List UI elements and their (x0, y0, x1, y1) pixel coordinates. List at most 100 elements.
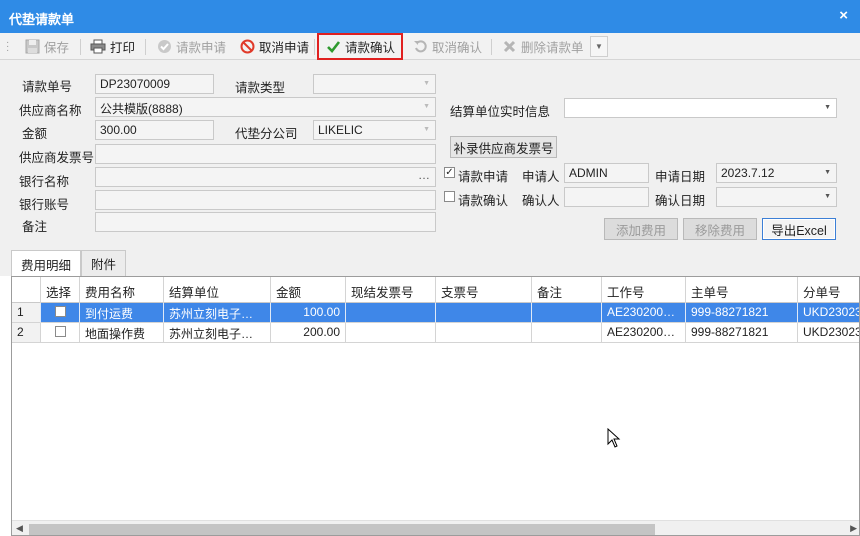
header-remark[interactable]: 备注 (532, 277, 602, 303)
supplier-invoice-field[interactable] (95, 144, 436, 164)
request-button[interactable]: 请款申请 (152, 35, 230, 58)
invoice-cell[interactable] (346, 323, 436, 343)
header-invoice-no[interactable]: 现结发票号 (346, 277, 436, 303)
cheque-cell[interactable] (436, 323, 532, 343)
form-panel: 请款单号 DP23070009 请款类型 ▼ 供应商名称 公共模版(8888) ▼… (0, 60, 860, 248)
header-job-no[interactable]: 工作号 (602, 277, 686, 303)
row-select-cell[interactable] (41, 303, 80, 323)
row-number: 1 (12, 303, 41, 323)
remove-fee-button[interactable]: 移除费用 (683, 218, 757, 240)
window-title: 代垫请款单 (9, 12, 75, 27)
scrollbar-thumb[interactable] (29, 524, 655, 535)
invoice-cell[interactable] (346, 303, 436, 323)
print-button[interactable]: 打印 (86, 35, 139, 58)
job-no-cell[interactable]: AE230200… (602, 323, 686, 343)
header-select[interactable]: 选择 (41, 277, 80, 303)
toolbar: · · · 保存 打印 请款申请 取消申请 请款确认 取消确认 删除请款单 ▼ (0, 33, 860, 60)
request-no-field[interactable]: DP23070009 (95, 74, 214, 94)
add-invoice-button[interactable]: 补录供应商发票号 (450, 136, 557, 158)
toolbar-separator (491, 39, 492, 55)
delete-button[interactable]: 删除请款单 (497, 35, 588, 58)
request-checkbox[interactable]: ✓ (444, 167, 455, 178)
table-row[interactable]: 2 地面操作费 苏州立刻电子… 200.00 AE230200… 999-882… (12, 323, 859, 343)
master-no-cell[interactable]: 999-88271821 (686, 323, 798, 343)
export-excel-button[interactable]: 导出Excel (762, 218, 836, 240)
grid-header: 选择 费用名称 结算单位 金额 现结发票号 支票号 备注 工作号 主单号 分单号 (12, 277, 859, 303)
house-no-cell[interactable]: UKD23023 (798, 323, 859, 343)
fee-name-cell[interactable]: 地面操作费 (80, 323, 164, 343)
toolbar-separator (145, 39, 146, 55)
toolbar-separator (80, 39, 81, 55)
close-icon[interactable]: × (839, 7, 848, 24)
branch-select[interactable]: LIKELIC ▼ (313, 120, 436, 140)
chevron-down-icon: ▼ (824, 104, 831, 111)
row-select-cell[interactable] (41, 323, 80, 343)
row-checkbox[interactable] (55, 306, 66, 317)
bank-account-field[interactable] (95, 190, 436, 210)
amount-field[interactable]: 300.00 (95, 120, 214, 140)
amount-cell[interactable]: 200.00 (271, 323, 346, 343)
master-no-cell[interactable]: 999-88271821 (686, 303, 798, 323)
house-no-cell[interactable]: UKD23023 (798, 303, 859, 323)
settlement-unit-cell[interactable]: 苏州立刻电子… (164, 303, 271, 323)
scroll-right-icon[interactable]: ▶ (850, 523, 857, 534)
chevron-down-icon: ▼ (423, 103, 430, 110)
row-checkbox[interactable] (55, 326, 66, 337)
toolbar-grip-icon[interactable]: · · · (6, 38, 9, 56)
print-label: 打印 (110, 41, 136, 55)
header-master-no[interactable]: 主单号 (686, 277, 798, 303)
scroll-left-icon[interactable]: ◀ (16, 523, 23, 534)
detail-tabs: 费用明细 附件 (0, 248, 860, 277)
applicant-field[interactable]: ADMIN (564, 163, 649, 183)
remark-cell[interactable] (532, 323, 602, 343)
chevron-down-icon: ▼ (824, 169, 831, 176)
request-no-label: 请款单号 (22, 80, 73, 94)
confirmer-field[interactable] (564, 187, 649, 207)
request-check-label: 请款申请 (458, 170, 509, 184)
amount-label: 金额 (22, 127, 48, 141)
branch-label: 代垫分公司 (235, 127, 298, 141)
cancel-confirm-button[interactable]: 取消确认 (408, 35, 486, 58)
remark-field[interactable] (95, 212, 436, 232)
confirm-checkbox[interactable] (444, 191, 455, 202)
header-fee-name[interactable]: 费用名称 (80, 277, 164, 303)
amount-cell[interactable]: 100.00 (271, 303, 346, 323)
confirm-button[interactable]: 请款确认 (317, 33, 404, 60)
settlement-unit-cell[interactable]: 苏州立刻电子… (164, 323, 271, 343)
cheque-cell[interactable] (436, 303, 532, 323)
header-house-no[interactable]: 分单号 (798, 277, 859, 303)
header-settlement-unit[interactable]: 结算单位 (164, 277, 271, 303)
request-type-select[interactable]: ▼ (313, 74, 436, 94)
header-amount[interactable]: 金额 (271, 277, 346, 303)
confirm-date-picker[interactable]: ▼ (716, 187, 837, 207)
apply-date-label: 申请日期 (655, 170, 706, 184)
fee-name-cell[interactable]: 到付运费 (80, 303, 164, 323)
delete-x-icon (501, 39, 517, 55)
ellipsis-icon[interactable]: … (418, 168, 430, 182)
confirm-date-label: 确认日期 (655, 194, 706, 208)
job-no-cell[interactable]: AE230200… (602, 303, 686, 323)
remark-cell[interactable] (532, 303, 602, 323)
tab-attachments[interactable]: 附件 (81, 250, 126, 276)
horizontal-scrollbar[interactable]: ◀ ▶ (12, 520, 859, 535)
chevron-down-icon: ▼ (423, 126, 430, 133)
request-label: 请款申请 (176, 41, 227, 55)
cancel-request-label: 取消申请 (259, 41, 310, 55)
settlement-info-label: 结算单位实时信息 (450, 105, 551, 119)
cancel-confirm-label: 取消确认 (432, 41, 483, 55)
tab-fees[interactable]: 费用明细 (11, 250, 81, 277)
table-row[interactable]: 1 到付运费 苏州立刻电子… 100.00 AE230200… 999-8827… (12, 303, 859, 323)
check-circle-icon (156, 39, 172, 55)
cancel-request-button[interactable]: 取消申请 (235, 35, 313, 58)
bank-name-field[interactable]: … (95, 167, 436, 187)
toolbar-more-dropdown[interactable]: ▼ (590, 36, 608, 57)
applicant-label: 申请人 (522, 170, 560, 184)
confirm-label: 请款确认 (345, 41, 396, 55)
remark-label: 备注 (22, 220, 48, 234)
apply-date-picker[interactable]: 2023.7.12 ▼ (716, 163, 837, 183)
add-fee-button[interactable]: 添加费用 (604, 218, 678, 240)
save-button[interactable]: 保存 (20, 35, 73, 58)
settlement-info-select[interactable]: ▼ (564, 98, 837, 118)
supplier-select[interactable]: 公共模版(8888) ▼ (95, 97, 436, 117)
header-cheque-no[interactable]: 支票号 (436, 277, 532, 303)
